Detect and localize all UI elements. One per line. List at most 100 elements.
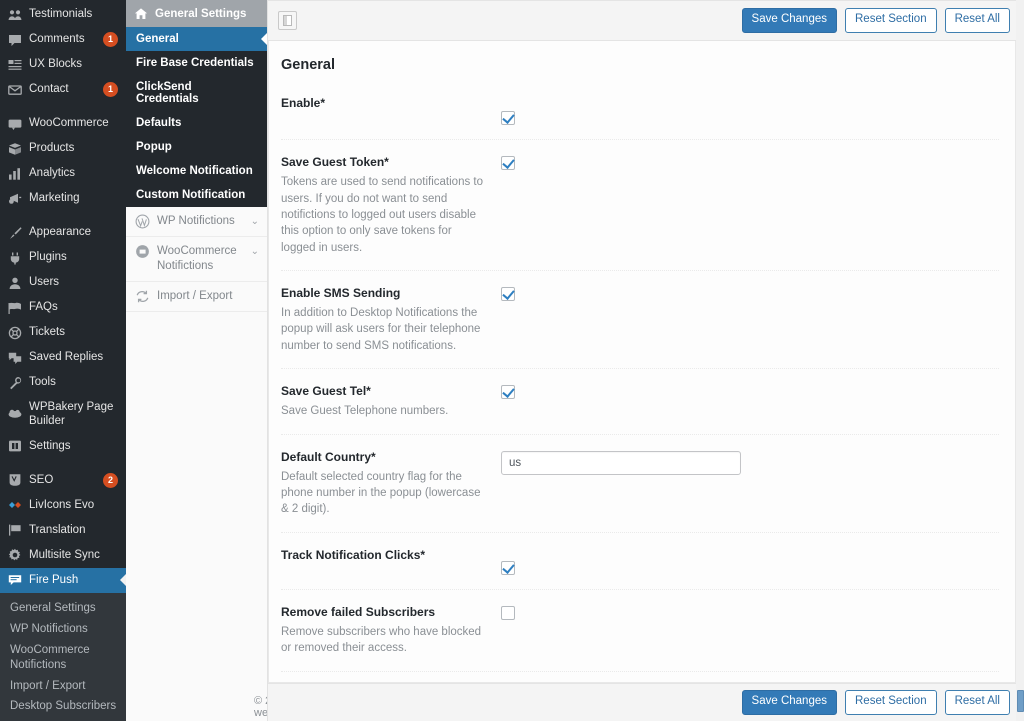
save-guest-tel-checkbox[interactable] bbox=[501, 385, 515, 399]
sidebar-item-label: Settings bbox=[29, 439, 118, 453]
sidebar-item-marketing[interactable]: Marketing bbox=[0, 186, 126, 211]
section-nav-collapsed-label: WooCommerce Notifictions bbox=[157, 244, 244, 274]
sidebar-item-faqs[interactable]: FAQs bbox=[0, 295, 126, 320]
section-nav-header-label: General Settings bbox=[155, 8, 246, 20]
section-nav-item-popup[interactable]: Popup bbox=[126, 135, 267, 159]
section-nav-item-defaults[interactable]: Defaults bbox=[126, 111, 267, 135]
section-nav-item-welcome-notification[interactable]: Welcome Notification bbox=[126, 159, 267, 183]
sidebar-item-settings[interactable]: Settings bbox=[0, 434, 126, 459]
section-nav-item-clicksend-credentials[interactable]: ClickSend Credentials bbox=[126, 75, 267, 111]
sidebar-item-woocommerce[interactable]: WooCommerce bbox=[0, 111, 126, 136]
sidebar-item-wpbakery-page-builder[interactable]: WPBakery Page Builder bbox=[0, 395, 126, 434]
sidebar-item-ux-blocks[interactable]: UX Blocks bbox=[0, 52, 126, 77]
sidebar-item-analytics[interactable]: Analytics bbox=[0, 161, 126, 186]
sidebar-item-label: UX Blocks bbox=[29, 57, 118, 71]
submenu-item-woocommerce-notifications[interactable]: WooCommerce Notifictions bbox=[0, 640, 126, 676]
submenu-item-import-export[interactable]: Import / Export bbox=[0, 676, 126, 697]
sidebar-item-users[interactable]: Users bbox=[0, 270, 126, 295]
sidebar-item-seo[interactable]: SEO 2 bbox=[0, 468, 126, 493]
enable-checkbox[interactable] bbox=[501, 111, 515, 125]
default-country-input[interactable] bbox=[501, 451, 741, 475]
sidebar-item-products[interactable]: Products bbox=[0, 136, 126, 161]
seo-icon bbox=[7, 473, 22, 488]
section-nav-item-woocommerce-notifications[interactable]: WooCommerce Notifictions ⌄ bbox=[126, 237, 267, 282]
field-control bbox=[501, 95, 999, 125]
sidebar-item-translation[interactable]: Translation bbox=[0, 518, 126, 543]
field-description: Remove subscribers who have blocked or r… bbox=[281, 624, 487, 657]
submenu-item-tel-subscribers[interactable]: Tel Subscribers bbox=[0, 717, 126, 721]
sidebar-item-testimonials[interactable]: Testimonials bbox=[0, 2, 126, 27]
remove-failed-subscribers-checkbox[interactable] bbox=[501, 606, 515, 620]
sidebar-item-appearance[interactable]: Appearance bbox=[0, 220, 126, 245]
sidebar-item-label: Analytics bbox=[29, 166, 118, 180]
sidebar-item-contact[interactable]: Contact 1 bbox=[0, 77, 126, 102]
section-nav-group: General Fire Base Credentials ClickSend … bbox=[126, 27, 267, 207]
field-description: Save Guest Telephone numbers. bbox=[281, 403, 487, 419]
wp-admin-sidebar: Testimonials Comments 1 UX Blocks Contac… bbox=[0, 0, 126, 721]
reset-all-button-bottom[interactable]: Reset All bbox=[945, 690, 1010, 715]
footer-credit: © 2020 weLaunch bbox=[252, 695, 268, 719]
sidebar-item-tickets[interactable]: Tickets bbox=[0, 320, 126, 345]
section-nav-item-general[interactable]: General bbox=[126, 27, 267, 51]
plug-icon bbox=[7, 250, 22, 265]
submenu-item-general-settings[interactable]: General Settings bbox=[0, 598, 126, 619]
sidebar-item-label: Contact bbox=[29, 82, 95, 96]
sidebar-item-label: WooCommerce bbox=[29, 116, 118, 130]
top-toolbar: Save Changes Reset Section Reset All bbox=[268, 0, 1024, 41]
woocommerce-icon bbox=[7, 116, 22, 131]
reset-all-button-top[interactable]: Reset All bbox=[945, 8, 1010, 33]
enable-sms-sending-checkbox[interactable] bbox=[501, 287, 515, 301]
analytics-icon bbox=[7, 166, 22, 181]
chevron-down-icon: ⌄ bbox=[251, 245, 259, 258]
expand-panel-icon[interactable] bbox=[278, 11, 297, 30]
reset-section-button-top[interactable]: Reset Section bbox=[845, 8, 937, 33]
field-label-group: Remove failed Subscribers Remove subscri… bbox=[281, 604, 501, 657]
sidebar-item-label: Fire Push bbox=[29, 573, 118, 587]
section-nav-item-wp-notifications[interactable]: WP Notifictions ⌄ bbox=[126, 207, 267, 237]
submenu-item-wp-notifications[interactable]: WP Notifictions bbox=[0, 619, 126, 640]
blocks-icon bbox=[7, 57, 22, 72]
field-label-group: Enable* bbox=[281, 95, 501, 111]
admin-screen: Testimonials Comments 1 UX Blocks Contac… bbox=[0, 0, 1024, 721]
page-scrollbar[interactable] bbox=[1016, 0, 1024, 721]
field-description: Default selected country flag for the ph… bbox=[281, 469, 487, 518]
section-nav-item-import-export[interactable]: Import / Export bbox=[126, 282, 267, 312]
testimonials-icon bbox=[7, 7, 22, 22]
section-nav-item-fire-base-credentials[interactable]: Fire Base Credentials bbox=[126, 51, 267, 75]
megaphone-icon bbox=[7, 191, 22, 206]
sidebar-item-multisite-sync[interactable]: Multisite Sync bbox=[0, 543, 126, 568]
field-control bbox=[501, 604, 999, 620]
sidebar-item-plugins[interactable]: Plugins bbox=[0, 245, 126, 270]
sidebar-item-saved-replies[interactable]: Saved Replies bbox=[0, 345, 126, 370]
save-changes-button-bottom[interactable]: Save Changes bbox=[742, 690, 837, 715]
status-badge: 1 bbox=[103, 82, 118, 97]
reset-section-button-bottom[interactable]: Reset Section bbox=[845, 690, 937, 715]
sidebar-item-fire-push[interactable]: Fire Push bbox=[0, 568, 126, 593]
submenu-item-desktop-subscribers[interactable]: Desktop Subscribers bbox=[0, 696, 126, 717]
save-changes-button-top[interactable]: Save Changes bbox=[742, 8, 837, 33]
save-guest-token-checkbox[interactable] bbox=[501, 156, 515, 170]
woocommerce-icon bbox=[135, 244, 150, 259]
settings-panel: General Enable* Save Guest Token* Tokens… bbox=[268, 41, 1016, 683]
sidebar-item-comments[interactable]: Comments 1 bbox=[0, 27, 126, 52]
field-title: Enable SMS Sending bbox=[281, 285, 487, 301]
scrollbar-thumb[interactable] bbox=[1017, 690, 1024, 712]
field-control bbox=[501, 285, 999, 301]
sidebar-item-label: Testimonials bbox=[29, 7, 118, 21]
comment-icon bbox=[7, 32, 22, 47]
field-label-group: Enable SMS Sending In addition to Deskto… bbox=[281, 285, 501, 354]
user-icon bbox=[7, 275, 22, 290]
field-title: Track Notification Clicks* bbox=[281, 547, 487, 563]
livicons-icon bbox=[7, 498, 22, 513]
sidebar-item-label: Users bbox=[29, 275, 118, 289]
sidebar-item-tools[interactable]: Tools bbox=[0, 370, 126, 395]
faq-icon bbox=[7, 300, 22, 315]
track-notification-clicks-checkbox[interactable] bbox=[501, 561, 515, 575]
section-nav-item-custom-notification[interactable]: Custom Notification bbox=[126, 183, 267, 207]
sidebar-item-livicons-evo[interactable]: LivIcons Evo bbox=[0, 493, 126, 518]
sidebar-item-label: Appearance bbox=[29, 225, 118, 239]
sidebar-item-label: Products bbox=[29, 141, 118, 155]
status-badge: 1 bbox=[103, 32, 118, 47]
firepush-icon bbox=[7, 573, 22, 588]
sidebar-item-label: Saved Replies bbox=[29, 350, 118, 364]
